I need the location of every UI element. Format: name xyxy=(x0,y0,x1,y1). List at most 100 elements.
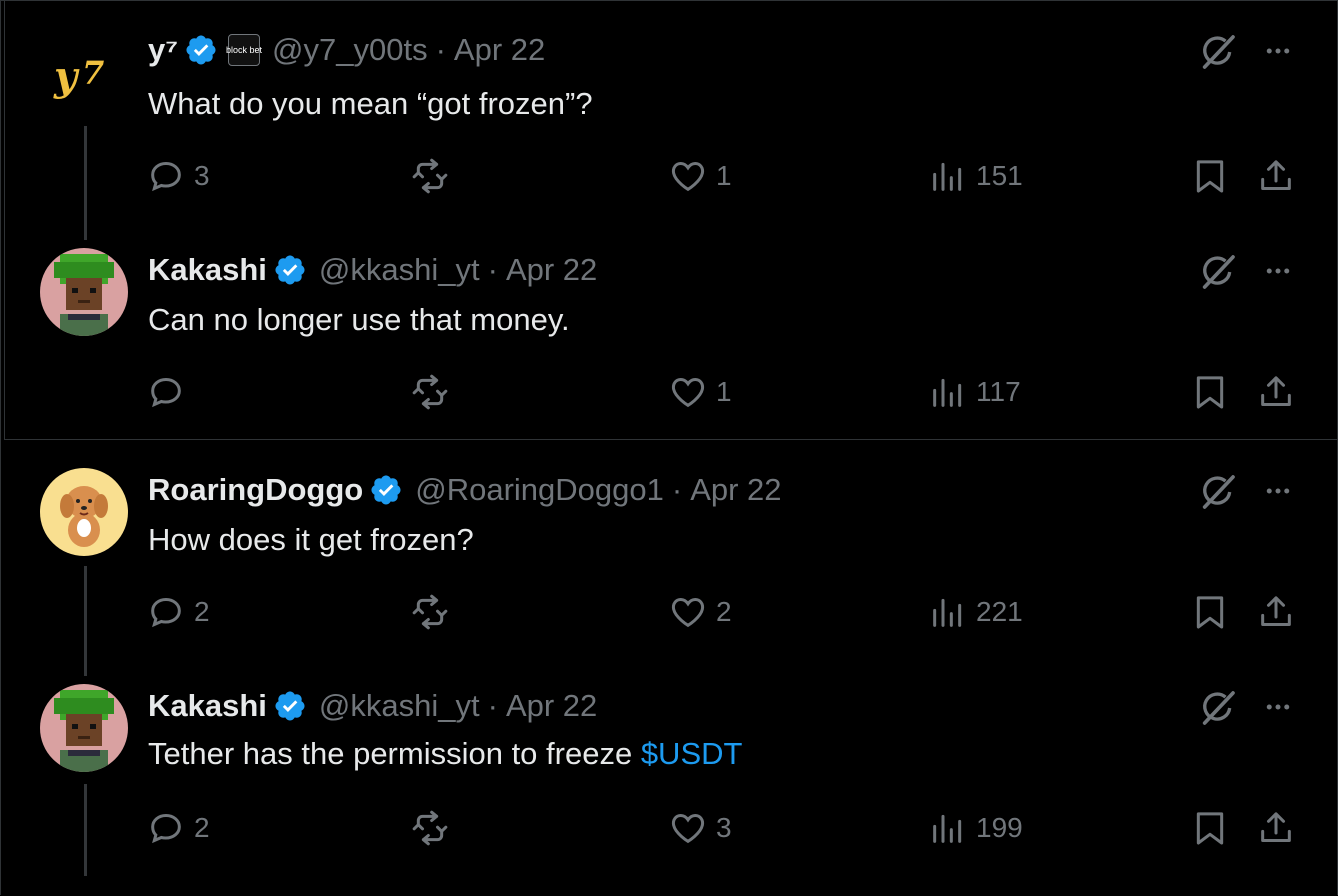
separator: · xyxy=(435,32,446,67)
tweet-text: What do you mean “got frozen”? xyxy=(148,86,593,121)
more-options-icon[interactable] xyxy=(1260,692,1296,722)
handle[interactable]: @kkashi_yt xyxy=(319,688,480,724)
like-button[interactable]: 3 xyxy=(668,806,732,850)
like-button[interactable]: 1 xyxy=(668,370,732,414)
views-button[interactable]: 199 xyxy=(928,806,1023,850)
grok-icon[interactable] xyxy=(1198,688,1238,728)
bookmark-button[interactable] xyxy=(1190,590,1230,634)
views-icon xyxy=(928,808,968,848)
display-name[interactable]: Kakashi xyxy=(148,252,267,288)
roaringdoggo-avatar[interactable] xyxy=(40,468,128,556)
tweet-header: Kakashi @kkashi_yt · Apr 22 xyxy=(148,686,597,726)
repost-button[interactable] xyxy=(410,370,458,414)
timestamp[interactable]: Apr 22 xyxy=(506,688,597,724)
timestamp[interactable]: Apr 22 xyxy=(454,32,545,68)
handle[interactable]: @kkashi_yt xyxy=(319,252,480,288)
reply-count: 2 xyxy=(194,596,210,627)
affiliate-badge[interactable]: block bet xyxy=(226,34,262,66)
kakashi-avatar[interactable] xyxy=(40,684,128,772)
share-icon xyxy=(1256,372,1296,412)
verified-badge-icon[interactable] xyxy=(184,33,218,67)
reply-icon xyxy=(146,372,186,412)
like-count: 3 xyxy=(716,812,732,843)
like-icon xyxy=(668,156,708,196)
like-count: 1 xyxy=(716,376,732,407)
display-name[interactable]: Kakashi xyxy=(148,688,267,724)
share-button[interactable] xyxy=(1256,590,1296,634)
repost-icon xyxy=(410,808,450,848)
views-icon xyxy=(928,592,968,632)
bookmark-button[interactable] xyxy=(1190,370,1230,414)
handle[interactable]: @y7_y00ts xyxy=(272,32,428,68)
bookmark-button[interactable] xyxy=(1190,806,1230,850)
tweet-text-body: Tether has the permission to freeze xyxy=(148,736,641,771)
like-icon xyxy=(668,372,708,412)
repost-button[interactable] xyxy=(410,590,458,634)
tweet-y7[interactable]: y 7 y⁷ block bet @y7_y00ts · Apr 22 What… xyxy=(0,0,1338,240)
share-button[interactable] xyxy=(1256,806,1296,850)
like-button[interactable]: 2 xyxy=(668,590,732,634)
views-count: 117 xyxy=(976,376,1021,407)
tweet-kakashi-2[interactable]: Kakashi @kkashi_yt · Apr 22 Tether has t… xyxy=(0,656,1338,876)
separator: · xyxy=(487,688,498,723)
y7-logo-avatar[interactable]: y 7 xyxy=(40,28,128,116)
display-name[interactable]: y⁷ xyxy=(148,32,178,68)
svg-text:7: 7 xyxy=(82,54,104,92)
separator: · xyxy=(487,252,498,287)
views-count: 151 xyxy=(976,160,1023,191)
reply-button[interactable]: 3 xyxy=(146,154,210,198)
share-icon xyxy=(1256,156,1296,196)
like-icon xyxy=(668,808,708,848)
verified-badge-icon[interactable] xyxy=(273,689,307,723)
reply-icon xyxy=(146,808,186,848)
reply-count: 2 xyxy=(194,812,210,843)
display-name[interactable]: RoaringDoggo xyxy=(148,472,363,508)
like-button[interactable]: 1 xyxy=(668,154,732,198)
verified-badge-icon[interactable] xyxy=(369,473,403,507)
views-count: 221 xyxy=(976,596,1023,627)
like-icon xyxy=(668,592,708,632)
handle[interactable]: @RoaringDoggo1 xyxy=(415,472,664,508)
cashtag-link[interactable]: $USDT xyxy=(641,736,743,771)
reply-button[interactable]: 2 xyxy=(146,590,210,634)
views-icon xyxy=(928,156,968,196)
views-button[interactable]: 221 xyxy=(928,590,1023,634)
tweet-roaringdoggo[interactable]: RoaringDoggo @RoaringDoggo1 · Apr 22 How… xyxy=(0,440,1338,676)
reply-button[interactable]: 2 xyxy=(146,806,210,850)
verified-badge-icon[interactable] xyxy=(273,253,307,287)
share-icon xyxy=(1256,592,1296,632)
share-button[interactable] xyxy=(1256,370,1296,414)
repost-button[interactable] xyxy=(410,806,458,850)
timestamp[interactable]: Apr 22 xyxy=(506,252,597,288)
bookmark-button[interactable] xyxy=(1190,154,1230,198)
repost-button[interactable] xyxy=(410,154,458,198)
tweet-header: Kakashi @kkashi_yt · Apr 22 xyxy=(148,250,597,290)
tweet-text: Tether has the permission to freeze $USD… xyxy=(148,736,742,772)
views-button[interactable]: 117 xyxy=(928,370,1021,414)
bookmark-icon xyxy=(1190,156,1230,196)
tweet-kakashi-1[interactable]: Kakashi @kkashi_yt · Apr 22 Can no longe… xyxy=(0,220,1338,436)
more-options-icon[interactable] xyxy=(1260,36,1296,66)
timestamp[interactable]: Apr 22 xyxy=(690,472,781,508)
tweet-header: RoaringDoggo @RoaringDoggo1 · Apr 22 xyxy=(148,470,782,510)
reply-button[interactable] xyxy=(146,370,194,414)
grok-icon[interactable] xyxy=(1198,252,1238,292)
grok-icon[interactable] xyxy=(1198,32,1238,72)
svg-text:y: y xyxy=(53,53,80,100)
kakashi-avatar[interactable] xyxy=(40,248,128,336)
bookmark-icon xyxy=(1190,808,1230,848)
bookmark-icon xyxy=(1190,372,1230,412)
reply-count: 3 xyxy=(194,160,210,191)
share-button[interactable] xyxy=(1256,154,1296,198)
more-options-icon[interactable] xyxy=(1260,256,1296,286)
reply-icon xyxy=(146,592,186,632)
bookmark-icon xyxy=(1190,592,1230,632)
like-count: 1 xyxy=(716,160,732,191)
like-count: 2 xyxy=(716,596,732,627)
grok-icon[interactable] xyxy=(1198,472,1238,512)
more-options-icon[interactable] xyxy=(1260,476,1296,506)
tweet-text: Can no longer use that money. xyxy=(148,302,570,337)
tweet-header: y⁷ block bet @y7_y00ts · Apr 22 xyxy=(148,30,545,70)
tweet-text: How does it get frozen? xyxy=(148,522,474,557)
views-button[interactable]: 151 xyxy=(928,154,1023,198)
